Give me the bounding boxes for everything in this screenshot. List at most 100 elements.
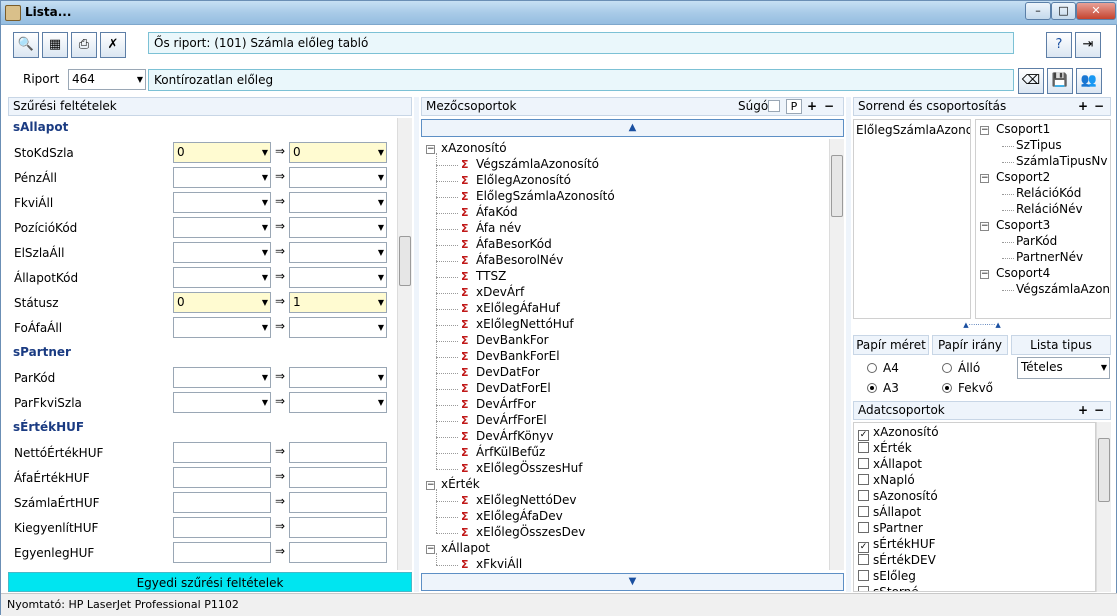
checkbox-icon[interactable] (858, 554, 869, 565)
minus-icon[interactable]: − (1094, 402, 1104, 419)
tree-field[interactable]: Σ DevÁrfKönyv (461, 429, 554, 443)
filter-to-select[interactable]: ▼ (289, 192, 387, 213)
checkbox-icon[interactable] (858, 490, 869, 501)
data-group-item[interactable]: xNapló (858, 473, 915, 487)
radio-a4[interactable]: A4 (867, 361, 899, 375)
report-select[interactable]: 464 ▼ (68, 69, 146, 90)
tree-field[interactable]: ΣxElőlegÁfaDev (461, 509, 563, 523)
checkbox-icon[interactable] (858, 586, 869, 591)
fields-scroll-thumb[interactable] (831, 155, 843, 217)
maximize-button[interactable]: □ (1051, 2, 1076, 20)
horizontal-splitter[interactable]: ▲············▲ (853, 321, 1111, 330)
group-node[interactable]: Csoport2 (996, 170, 1050, 184)
filter-from-input[interactable] (173, 442, 271, 463)
tree-field[interactable]: ΣxDevÁrf (461, 285, 524, 299)
tree-field[interactable]: Σ ÁrfKülBefűz (461, 445, 545, 459)
filter-from-select[interactable]: 0 ▼ (173, 292, 271, 313)
filter-from-select[interactable]: ▼ (173, 167, 271, 188)
help-icon[interactable]: ? (1046, 32, 1072, 58)
filter-from-input[interactable] (173, 467, 271, 488)
tree-field[interactable]: Σ ÁfaBesorolNév (461, 253, 563, 267)
group-field[interactable]: RelációKód (1016, 186, 1081, 200)
group-field[interactable]: VégszámlaAzonos (1016, 282, 1110, 296)
help-checkbox[interactable] (768, 100, 780, 112)
p-button[interactable]: P (786, 99, 802, 114)
tree-field[interactable]: ΣxElőlegÁfaHuf (461, 301, 560, 315)
filter-scroll-thumb[interactable] (399, 236, 411, 286)
settings-icon[interactable]: ▦ (42, 32, 68, 58)
filter-to-select[interactable]: ▼ (289, 167, 387, 188)
filter-to-input[interactable] (289, 542, 387, 563)
filter-to-select[interactable]: ▼ (289, 242, 387, 263)
plus-icon[interactable]: + (1078, 402, 1088, 419)
tree-field[interactable]: ΣxElőlegNettóDev (461, 493, 577, 507)
tree-field[interactable]: ΣxElőlegÖsszesDev (461, 525, 585, 539)
left-splitter[interactable] (414, 97, 419, 592)
group-field[interactable]: PartnerNév (1016, 250, 1083, 264)
sort-item[interactable]: ElőlegSzámlaAzonosít (856, 123, 970, 137)
tree-field[interactable]: ΣxFkviÁll (461, 557, 522, 570)
tree-field[interactable]: Σ ElőlegSzámlaAzonosító (461, 189, 615, 203)
preview-icon[interactable]: 🔍 (13, 32, 39, 58)
group-node[interactable]: Csoport1 (996, 122, 1050, 136)
filter-from-select[interactable]: ▼ (173, 217, 271, 238)
tree-field[interactable]: Σ ElőlegAzonosító (461, 173, 571, 187)
filter-from-input[interactable] (173, 542, 271, 563)
print-icon[interactable]: ⎙ (71, 32, 97, 58)
filter-to-select[interactable]: ▼ (289, 392, 387, 413)
right-splitter[interactable] (846, 97, 851, 592)
custom-filter-button[interactable]: Egyedi szűrési feltételek (8, 572, 412, 592)
filter-to-input[interactable] (289, 467, 387, 488)
filter-from-select[interactable]: 0 ▼ (173, 142, 271, 163)
group-field[interactable]: SzTipus (1016, 138, 1062, 152)
checkbox-icon[interactable] (858, 506, 869, 517)
data-group-item[interactable]: sAzonosító (858, 489, 938, 503)
fields-scrollbar[interactable] (829, 139, 844, 570)
filter-from-input[interactable] (173, 492, 271, 513)
checkbox-icon[interactable] (858, 442, 869, 453)
paper-orientation-button[interactable]: Papír irány (932, 335, 1008, 355)
data-group-item[interactable]: ✓ xAzonosító (858, 425, 939, 441)
radio-fekvo[interactable]: Fekvő (942, 381, 993, 395)
filter-to-select[interactable]: ▼ (289, 317, 387, 338)
tree-field[interactable]: Σ DevDatFor (461, 365, 540, 379)
collapse-icon[interactable]: − (426, 545, 435, 554)
tree-group[interactable]: xAzonosító (441, 141, 507, 155)
data-group-item[interactable]: ✓ sÉrtékHUF (858, 537, 936, 553)
tree-field[interactable]: Σ DevBankFor (461, 333, 549, 347)
collapse-icon[interactable]: − (980, 174, 989, 183)
save-icon[interactable]: 💾 (1047, 68, 1073, 94)
tree-field[interactable]: Σ Áfa név (461, 221, 521, 235)
data-groups-scroll-thumb[interactable] (1098, 438, 1110, 502)
data-group-item[interactable]: xÁllapot (858, 457, 922, 471)
filter-to-input[interactable] (289, 517, 387, 538)
export-icon[interactable]: ✗ (100, 32, 126, 58)
filter-from-select[interactable]: ▼ (173, 317, 271, 338)
group-node[interactable]: Csoport4 (996, 266, 1050, 280)
paper-size-button[interactable]: Papír méret (853, 335, 929, 355)
group-field[interactable]: RelációNév (1016, 202, 1083, 216)
group-node[interactable]: Csoport3 (996, 218, 1050, 232)
tree-field[interactable]: Σ ÁfaKód (461, 205, 518, 219)
users-icon[interactable]: 👥 (1076, 68, 1102, 94)
tree-field[interactable]: Σ DevÁrfForEl (461, 413, 547, 427)
tree-field[interactable]: ΣxElőlegNettóHuf (461, 317, 574, 331)
data-group-item[interactable]: sStorné (858, 585, 919, 591)
plus-icon[interactable]: + (1078, 98, 1088, 115)
eraser-icon[interactable]: ⌫ (1018, 68, 1044, 94)
tree-field[interactable]: Σ DevDatForEl (461, 381, 551, 395)
minus-icon[interactable]: − (824, 98, 834, 115)
minus-icon[interactable]: − (1094, 98, 1104, 115)
filter-from-input[interactable] (173, 517, 271, 538)
data-group-item[interactable]: sPartner (858, 521, 923, 535)
checkbox-checked-icon[interactable]: ✓ (858, 430, 869, 441)
checkbox-icon[interactable] (858, 458, 869, 469)
filter-from-select[interactable]: ▼ (173, 192, 271, 213)
data-group-item[interactable]: sElőleg (858, 569, 916, 583)
tree-field[interactable]: Σ DevBankForEl (461, 349, 560, 363)
filter-from-select[interactable]: ▼ (173, 392, 271, 413)
filter-to-select[interactable]: 0 ▼ (289, 142, 387, 163)
filter-scrollbar[interactable] (397, 118, 412, 570)
collapse-icon[interactable]: − (426, 145, 435, 154)
filter-from-select[interactable]: ▼ (173, 367, 271, 388)
